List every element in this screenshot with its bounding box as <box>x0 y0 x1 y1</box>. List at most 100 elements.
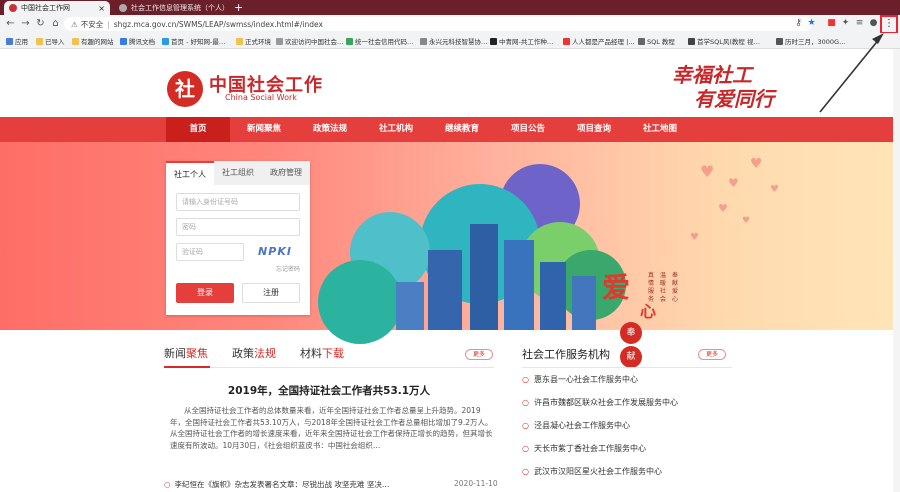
org-name: 天长市紫丁香社会工作服务中心 <box>533 444 646 453</box>
nav-news[interactable]: 新闻聚焦 <box>232 117 296 142</box>
register-button[interactable]: 注册 <box>242 283 300 303</box>
page-icon <box>638 37 645 45</box>
page-scrollbar[interactable] <box>893 49 900 492</box>
captcha-image[interactable]: NPKI <box>250 243 300 261</box>
bookmark-item[interactable]: 统一社会信用代码… <box>346 36 414 46</box>
profile-avatar-icon[interactable]: ● <box>868 18 879 29</box>
nav-orgs[interactable]: 社工机构 <box>364 117 428 142</box>
extension-icon[interactable]: ■ <box>826 18 837 29</box>
tab-news-focus[interactable]: 新闻聚焦 <box>164 345 208 361</box>
site-logo-icon[interactable]: 社 <box>167 71 203 107</box>
page-icon <box>162 37 169 45</box>
login-button[interactable]: 登录 <box>176 283 234 303</box>
login-panel: 社工个人 社工组织 政府管理 请输入身份证号码 密码 验证码 NPKI 忘记密码… <box>166 161 310 315</box>
page-icon <box>776 37 783 45</box>
news-headline[interactable]: 2019年，全国持证社会工作者共53.1万人 <box>164 383 494 398</box>
bookmark-star-icon[interactable]: ★ <box>806 18 817 29</box>
org-list-item[interactable]: ○ 天长市紫丁香社会工作服务中心 <box>522 443 646 454</box>
heart-icon: ♥ <box>718 202 728 215</box>
news-tab-prefix: 材料 <box>300 347 322 360</box>
bookmark-item[interactable]: 历时三月，3000G… <box>776 36 846 46</box>
page-icon <box>563 37 570 45</box>
bookmark-label: 欢迎访问中国社会… <box>285 38 344 46</box>
site-favicon-icon <box>9 4 17 12</box>
bookmark-item[interactable]: 正式环境 <box>236 36 271 46</box>
captcha-input[interactable]: 验证码 <box>176 243 244 261</box>
org-list-item[interactable]: ○ 许昌市魏都区联众社会工作发展服务中心 <box>522 397 678 408</box>
bookmark-item[interactable]: 首学SQL风(教程 视… <box>688 36 760 46</box>
tab-government[interactable]: 政府管理 <box>262 161 310 185</box>
page-icon <box>120 37 127 45</box>
address-bar[interactable]: ⚠ 不安全 | shgz.mca.gov.cn/SWMS/LEAP/swmss/… <box>64 17 812 31</box>
orgs-more-button[interactable]: 更多 <box>698 349 726 360</box>
apps-icon <box>6 37 13 45</box>
nav-project-notice[interactable]: 项目公告 <box>496 117 560 142</box>
bookmark-label: 应用 <box>15 38 28 46</box>
puzzle-icon[interactable]: ✦ <box>840 18 851 29</box>
close-tab-icon[interactable]: × <box>229 4 230 13</box>
page-icon <box>346 37 353 45</box>
banner-vertical-text: 温暖社会 <box>660 272 667 303</box>
bookmark-item[interactable]: 首页 - 好知网-最… <box>162 36 225 46</box>
news-item-title: 李纪恒在《旗帜》杂志发表署名文章：尽锐出战 攻坚克难 坚决… <box>174 480 390 489</box>
tab-china-social-work[interactable]: 中国社会工作网 × <box>4 1 110 15</box>
tab-downloads[interactable]: 材料下载 <box>300 345 344 361</box>
nav-project-query[interactable]: 项目查询 <box>562 117 626 142</box>
forgot-password-link[interactable]: 忘记密码 <box>276 264 300 273</box>
bullet-icon: ○ <box>522 375 529 384</box>
key-icon[interactable]: ⚷ <box>793 18 804 29</box>
tab-swms[interactable]: 社会工作信息管理系统（个人） × <box>114 1 230 15</box>
nav-map[interactable]: 社工地图 <box>628 117 692 142</box>
tab-policy[interactable]: 政策法规 <box>232 345 276 361</box>
bookmark-item[interactable]: SQL 教程 <box>638 36 675 46</box>
heart-icon: ♥ <box>700 162 715 181</box>
building-illustration <box>540 262 566 330</box>
reload-button[interactable]: ↻ <box>34 17 47 30</box>
bookmark-item[interactable]: 已导入 <box>36 36 65 46</box>
slogan-line-2: 有爱同行 <box>694 87 774 111</box>
news-list-item[interactable]: ○ 李纪恒在《旗帜》杂志发表署名文章：尽锐出战 攻坚克难 坚决… 2020-11-… <box>164 479 498 490</box>
folder-icon <box>36 37 43 45</box>
bullet-icon: ○ <box>164 480 171 489</box>
bookmark-item[interactable]: 有趣的网站 <box>72 36 114 46</box>
reading-list-icon[interactable]: ≡ <box>854 18 865 29</box>
bookmark-item[interactable]: 欢迎访问中国社会… <box>276 36 344 46</box>
nav-home[interactable]: 首页 <box>166 117 230 142</box>
heart-icon: ♥ <box>742 216 751 226</box>
news-more-button[interactable]: 更多 <box>465 349 493 360</box>
bookmark-item[interactable]: 永兴元科技智慧协… <box>420 36 488 46</box>
bookmark-label: 首页 - 好知网-最… <box>171 38 226 46</box>
tab-organization[interactable]: 社工组织 <box>214 161 262 185</box>
bullet-icon: ○ <box>522 421 529 430</box>
org-list-item[interactable]: ○ 惠东县一心社会工作服务中心 <box>522 374 638 385</box>
nav-education[interactable]: 继续教育 <box>430 117 494 142</box>
bookmark-item[interactable]: 中青网-共工作种… <box>490 36 553 46</box>
browser-menu-button[interactable]: ⋮ <box>880 15 898 34</box>
org-list-item[interactable]: ○ 武汉市汉阳区星火社会工作服务中心 <box>522 466 662 477</box>
close-tab-icon[interactable]: × <box>98 4 105 13</box>
bookmark-item[interactable]: 应用 <box>6 36 28 46</box>
banner-feng-badge: 奉 <box>620 322 642 344</box>
bookmark-label: 已导入 <box>45 38 65 46</box>
url-text[interactable]: shgz.mca.gov.cn/SWMS/LEAP/swmss/index.ht… <box>114 20 323 29</box>
bullet-icon: ○ <box>522 398 529 407</box>
id-number-input[interactable]: 请输入身份证号码 <box>176 193 300 211</box>
tab-individual[interactable]: 社工个人 <box>166 161 214 185</box>
warning-icon: ⚠ <box>71 19 78 29</box>
heart-icon: ♥ <box>750 156 763 172</box>
building-illustration <box>396 282 424 330</box>
new-tab-button[interactable]: + <box>234 1 243 14</box>
nav-policy[interactable]: 政策法规 <box>298 117 362 142</box>
divider <box>522 367 732 368</box>
back-button[interactable]: ← <box>4 17 17 30</box>
folder-icon <box>236 37 243 45</box>
org-list-item[interactable]: ○ 泾县凝心社会工作服务中心 <box>522 420 630 431</box>
bookmark-item[interactable]: 腾讯文档 <box>120 36 155 46</box>
forward-button[interactable]: → <box>19 17 32 30</box>
folder-icon <box>72 37 79 45</box>
page-icon <box>420 37 427 45</box>
building-illustration <box>572 276 596 330</box>
bookmark-item[interactable]: 人人都是产品经理 |… <box>563 36 635 46</box>
password-input[interactable]: 密码 <box>176 218 300 236</box>
home-button[interactable]: ⌂ <box>49 17 62 30</box>
